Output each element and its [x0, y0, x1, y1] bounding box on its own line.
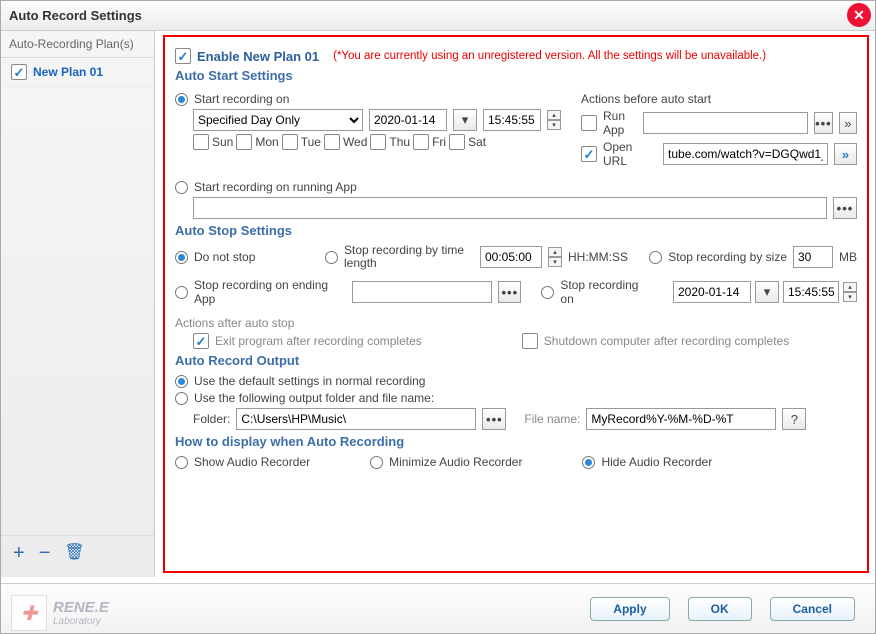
shutdown-checkbox[interactable]: [522, 333, 538, 349]
footer: ✚ RENE.E Laboratory Apply OK Cancel: [1, 583, 875, 633]
delete-plan-icon[interactable]: 🗑: [64, 542, 84, 565]
warning-text: (*You are currently using an unregistere…: [333, 50, 766, 62]
folder-input[interactable]: [236, 408, 476, 430]
sidebar-header: Auto-Recording Plan(s): [1, 31, 154, 58]
start-on-app-label: Start recording on running App: [194, 180, 357, 194]
hide-recorder-radio[interactable]: [582, 456, 595, 469]
use-custom-radio[interactable]: [175, 392, 188, 405]
ending-app-input[interactable]: [352, 281, 492, 303]
ending-app-browse-icon[interactable]: •••: [498, 281, 521, 303]
stop-on-date-radio[interactable]: [541, 286, 554, 299]
plan-label: New Plan 01: [33, 65, 103, 79]
start-date-input[interactable]: [369, 109, 447, 131]
running-app-input[interactable]: [193, 197, 827, 219]
start-on-date-radio[interactable]: [175, 93, 188, 106]
run-app-checkbox[interactable]: [581, 115, 597, 131]
start-time-input[interactable]: [483, 109, 541, 131]
plan-checkbox[interactable]: [11, 64, 27, 80]
exit-program-checkbox[interactable]: [193, 333, 209, 349]
stop-by-time-radio[interactable]: [325, 251, 338, 264]
day-sat-checkbox[interactable]: [449, 134, 465, 150]
settings-panel: Enable New Plan 01 (*You are currently u…: [163, 35, 869, 573]
filename-input[interactable]: [586, 408, 776, 430]
brand-logo: ✚ RENE.E Laboratory: [11, 595, 109, 631]
enable-plan-checkbox[interactable]: [175, 48, 191, 64]
main: Enable New Plan 01 (*You are currently u…: [155, 31, 875, 577]
auto-start-title: Auto Start Settings: [175, 68, 857, 83]
day-wed-checkbox[interactable]: [324, 134, 340, 150]
run-app-go-icon[interactable]: »: [839, 112, 857, 134]
stop-on-ending-radio[interactable]: [175, 286, 188, 299]
date-dropdown-icon[interactable]: ▾: [453, 109, 477, 131]
use-default-radio[interactable]: [175, 375, 188, 388]
output-title: Auto Record Output: [175, 353, 857, 368]
apply-button[interactable]: Apply: [590, 597, 669, 621]
titlebar: Auto Record Settings ✕: [1, 1, 875, 31]
run-app-browse-icon[interactable]: •••: [814, 112, 833, 134]
enable-plan-label: Enable New Plan 01: [197, 49, 319, 64]
stop-by-size-radio[interactable]: [649, 251, 662, 264]
open-url-checkbox[interactable]: [581, 146, 597, 162]
sidebar-tools: + − 🗑: [1, 535, 154, 571]
actions-before-label: Actions before auto start: [581, 92, 711, 106]
add-plan-icon[interactable]: +: [13, 542, 25, 565]
do-not-stop-radio[interactable]: [175, 251, 188, 264]
stop-time-input[interactable]: [480, 246, 542, 268]
close-icon[interactable]: ✕: [847, 3, 871, 27]
stop-size-input[interactable]: [793, 246, 833, 268]
stop-time2-spinner[interactable]: ▴▾: [843, 282, 857, 302]
open-url-input[interactable]: [663, 143, 828, 165]
stop-time-spinner[interactable]: ▴▾: [548, 247, 562, 267]
sidebar: Auto-Recording Plan(s) New Plan 01 + − 🗑: [1, 31, 155, 577]
day-tue-checkbox[interactable]: [282, 134, 298, 150]
start-on-date-label: Start recording on: [194, 92, 289, 106]
day-sun-checkbox[interactable]: [193, 134, 209, 150]
plus-icon: ✚: [11, 595, 47, 631]
running-app-browse-icon[interactable]: •••: [833, 197, 857, 219]
stop-time2-input[interactable]: [783, 281, 839, 303]
window-title: Auto Record Settings: [9, 8, 142, 23]
actions-after-label: Actions after auto stop: [175, 316, 857, 330]
window: Auto Record Settings ✕ Auto-Recording Pl…: [0, 0, 876, 634]
day-thu-checkbox[interactable]: [370, 134, 386, 150]
day-fri-checkbox[interactable]: [413, 134, 429, 150]
stop-date-dropdown-icon[interactable]: ▾: [755, 281, 779, 303]
stop-date-input[interactable]: [673, 281, 751, 303]
cancel-button[interactable]: Cancel: [770, 597, 855, 621]
day-mon-checkbox[interactable]: [236, 134, 252, 150]
filename-help-icon[interactable]: ?: [782, 408, 806, 430]
day-mode-select[interactable]: Specified Day Only: [193, 109, 363, 131]
run-app-input[interactable]: [643, 112, 808, 134]
sidebar-item-plan[interactable]: New Plan 01: [1, 58, 154, 87]
open-url-go-icon[interactable]: »: [834, 143, 857, 165]
folder-browse-icon[interactable]: •••: [482, 408, 506, 430]
ok-button[interactable]: OK: [688, 597, 752, 621]
remove-plan-icon[interactable]: −: [39, 542, 51, 565]
auto-stop-title: Auto Stop Settings: [175, 223, 857, 238]
minimize-recorder-radio[interactable]: [370, 456, 383, 469]
time-spinner[interactable]: ▴▾: [547, 110, 561, 130]
show-recorder-radio[interactable]: [175, 456, 188, 469]
display-title: How to display when Auto Recording: [175, 434, 857, 449]
start-on-app-radio[interactable]: [175, 181, 188, 194]
